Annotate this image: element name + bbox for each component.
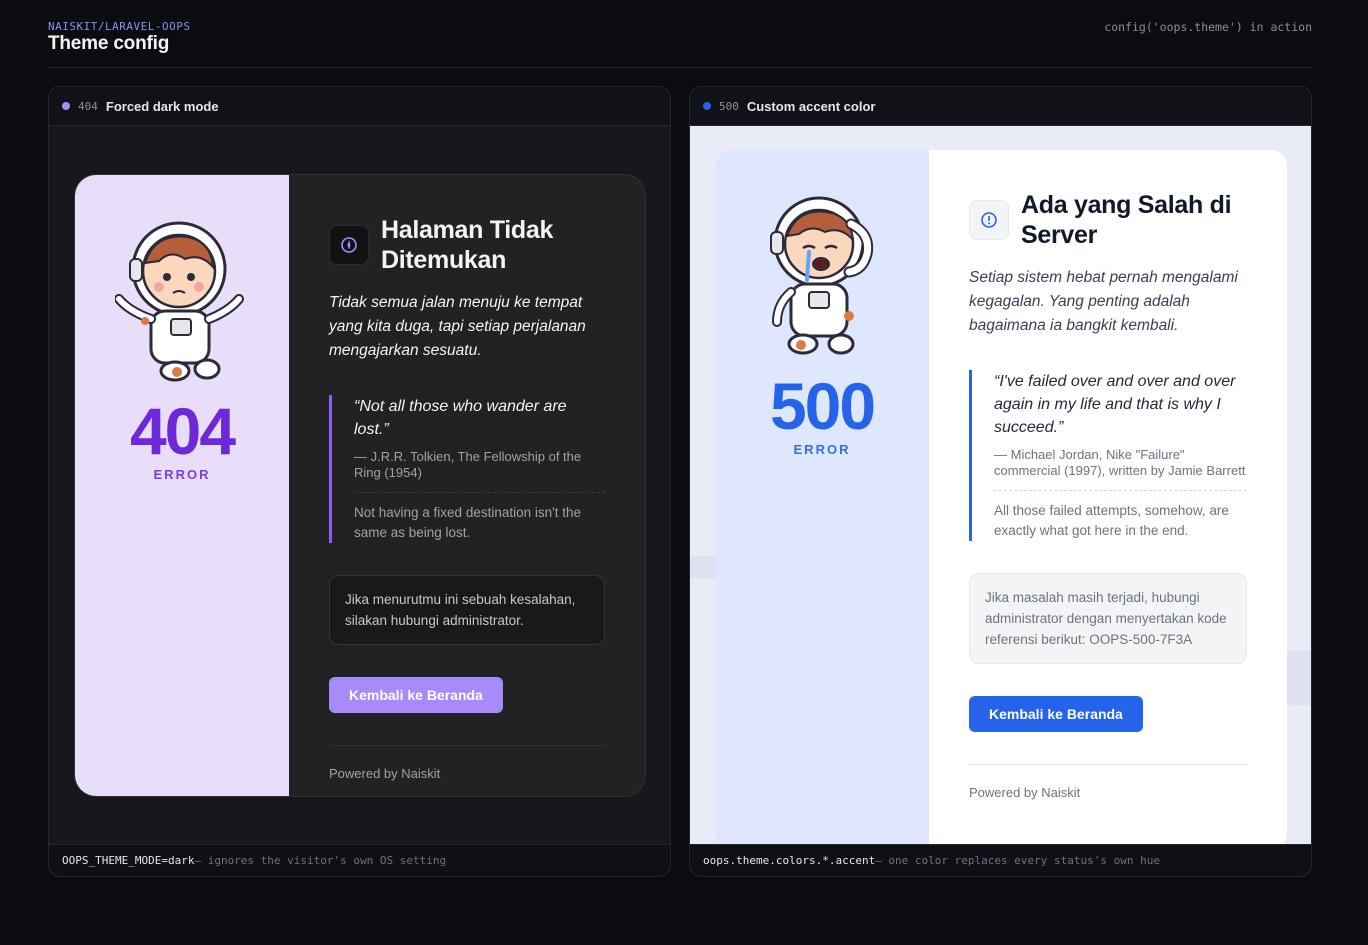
error-card: 404 ERROR Halaman Tidak Ditemukan Tidak …	[74, 174, 646, 797]
compass-icon	[329, 225, 369, 265]
panel-footer: oops.theme.colors.*.accent — one color r…	[690, 844, 1311, 876]
powered-by: Powered by Naiskit	[329, 766, 441, 781]
quote-text: “I've failed over and over and over agai…	[994, 373, 1236, 436]
panel-label: Forced dark mode	[105, 98, 219, 114]
page: NAISKIT/LARAVEL-OOPS Theme config config…	[0, 0, 1368, 945]
status-dot	[62, 102, 70, 110]
quote-source: — Michael Jordan, Nike "Failure" commerc…	[994, 447, 1246, 478]
config-description: — ignores the visitor's own OS setting	[194, 854, 447, 867]
panel-footer: OOPS_THEME_MODE=dark — ignores the visit…	[49, 844, 670, 876]
illustration-pane: 500 ERROR	[715, 150, 929, 846]
status-dot	[703, 102, 711, 110]
divider	[969, 764, 1247, 765]
illustration-pane: 404 ERROR	[75, 175, 289, 796]
preview-stage: 500 ERROR Ada yang Salah di Server Setia…	[690, 126, 1311, 846]
quote-block: “Not all those who wander are lost.” — J…	[329, 395, 605, 543]
help-note: Jika menurutmu ini sebuah kesalahan, sil…	[329, 575, 605, 645]
help-note: Jika masalah masih terjadi, hubungi admi…	[969, 573, 1247, 664]
quote-text: “Not all those who wander are lost.”	[354, 398, 567, 438]
quote-note: Not having a fixed destination isn't the…	[354, 492, 605, 543]
quote-block: “I've failed over and over and over agai…	[969, 370, 1247, 541]
error-lead: Tidak semua jalan menuju ke tempat yang …	[329, 294, 586, 359]
alert-circle-icon	[969, 200, 1009, 240]
error-title: Ada yang Salah di Server	[1021, 191, 1232, 249]
status-code-display: 500	[769, 369, 876, 443]
error-title: Halaman Tidak Ditemukan	[381, 216, 554, 274]
status-code: 500	[719, 99, 739, 113]
error-label: ERROR	[793, 442, 851, 457]
panel-label: Custom accent color	[746, 98, 876, 114]
error-card: 500 ERROR Ada yang Salah di Server Setia…	[715, 150, 1287, 846]
page-header: NAISKIT/LARAVEL-OOPS Theme config config…	[48, 18, 1312, 68]
card-content: Ada yang Salah di Server Setiap sistem h…	[929, 150, 1287, 846]
panel-forced-dark-mode: 404 Forced dark mode 404 ERROR Halaman T…	[48, 86, 671, 877]
background-shape	[1284, 651, 1311, 705]
status-code: 404	[78, 99, 98, 113]
back-home-button[interactable]: Kembali ke Beranda	[969, 696, 1143, 732]
card-content: Halaman Tidak Ditemukan Tidak semua jala…	[289, 175, 645, 796]
powered-by: Powered by Naiskit	[969, 785, 1081, 800]
panel-header: 500 Custom accent color	[690, 87, 1311, 126]
error-label: ERROR	[153, 467, 211, 482]
config-key: OOPS_THEME_MODE=dark	[62, 854, 195, 867]
panel-custom-accent-color: 500 Custom accent color 500 ERROR Ada ya…	[689, 86, 1312, 877]
status-code-display: 404	[129, 394, 236, 468]
config-caption: config('oops.theme') in action	[1104, 20, 1312, 34]
panel-header: 404 Forced dark mode	[49, 87, 670, 126]
config-description: — one color replaces every status's own …	[875, 854, 1160, 867]
astronaut-crying-illustration	[770, 196, 874, 355]
divider	[329, 745, 605, 746]
config-key: oops.theme.colors.*.accent	[703, 854, 876, 867]
package-eyebrow: NAISKIT/LARAVEL-OOPS	[48, 20, 191, 33]
quote-note: All those failed attempts, somehow, are …	[994, 490, 1247, 541]
error-lead: Setiap sistem hebat pernah mengalami keg…	[969, 269, 1238, 334]
preview-stage: 404 ERROR Halaman Tidak Ditemukan Tidak …	[49, 126, 670, 846]
page-title: Theme config	[48, 33, 170, 54]
quote-source: — J.R.R. Tolkien, The Fellowship of the …	[354, 449, 582, 480]
astronaut-shrug-illustration	[115, 221, 244, 382]
back-home-button[interactable]: Kembali ke Beranda	[329, 677, 503, 713]
